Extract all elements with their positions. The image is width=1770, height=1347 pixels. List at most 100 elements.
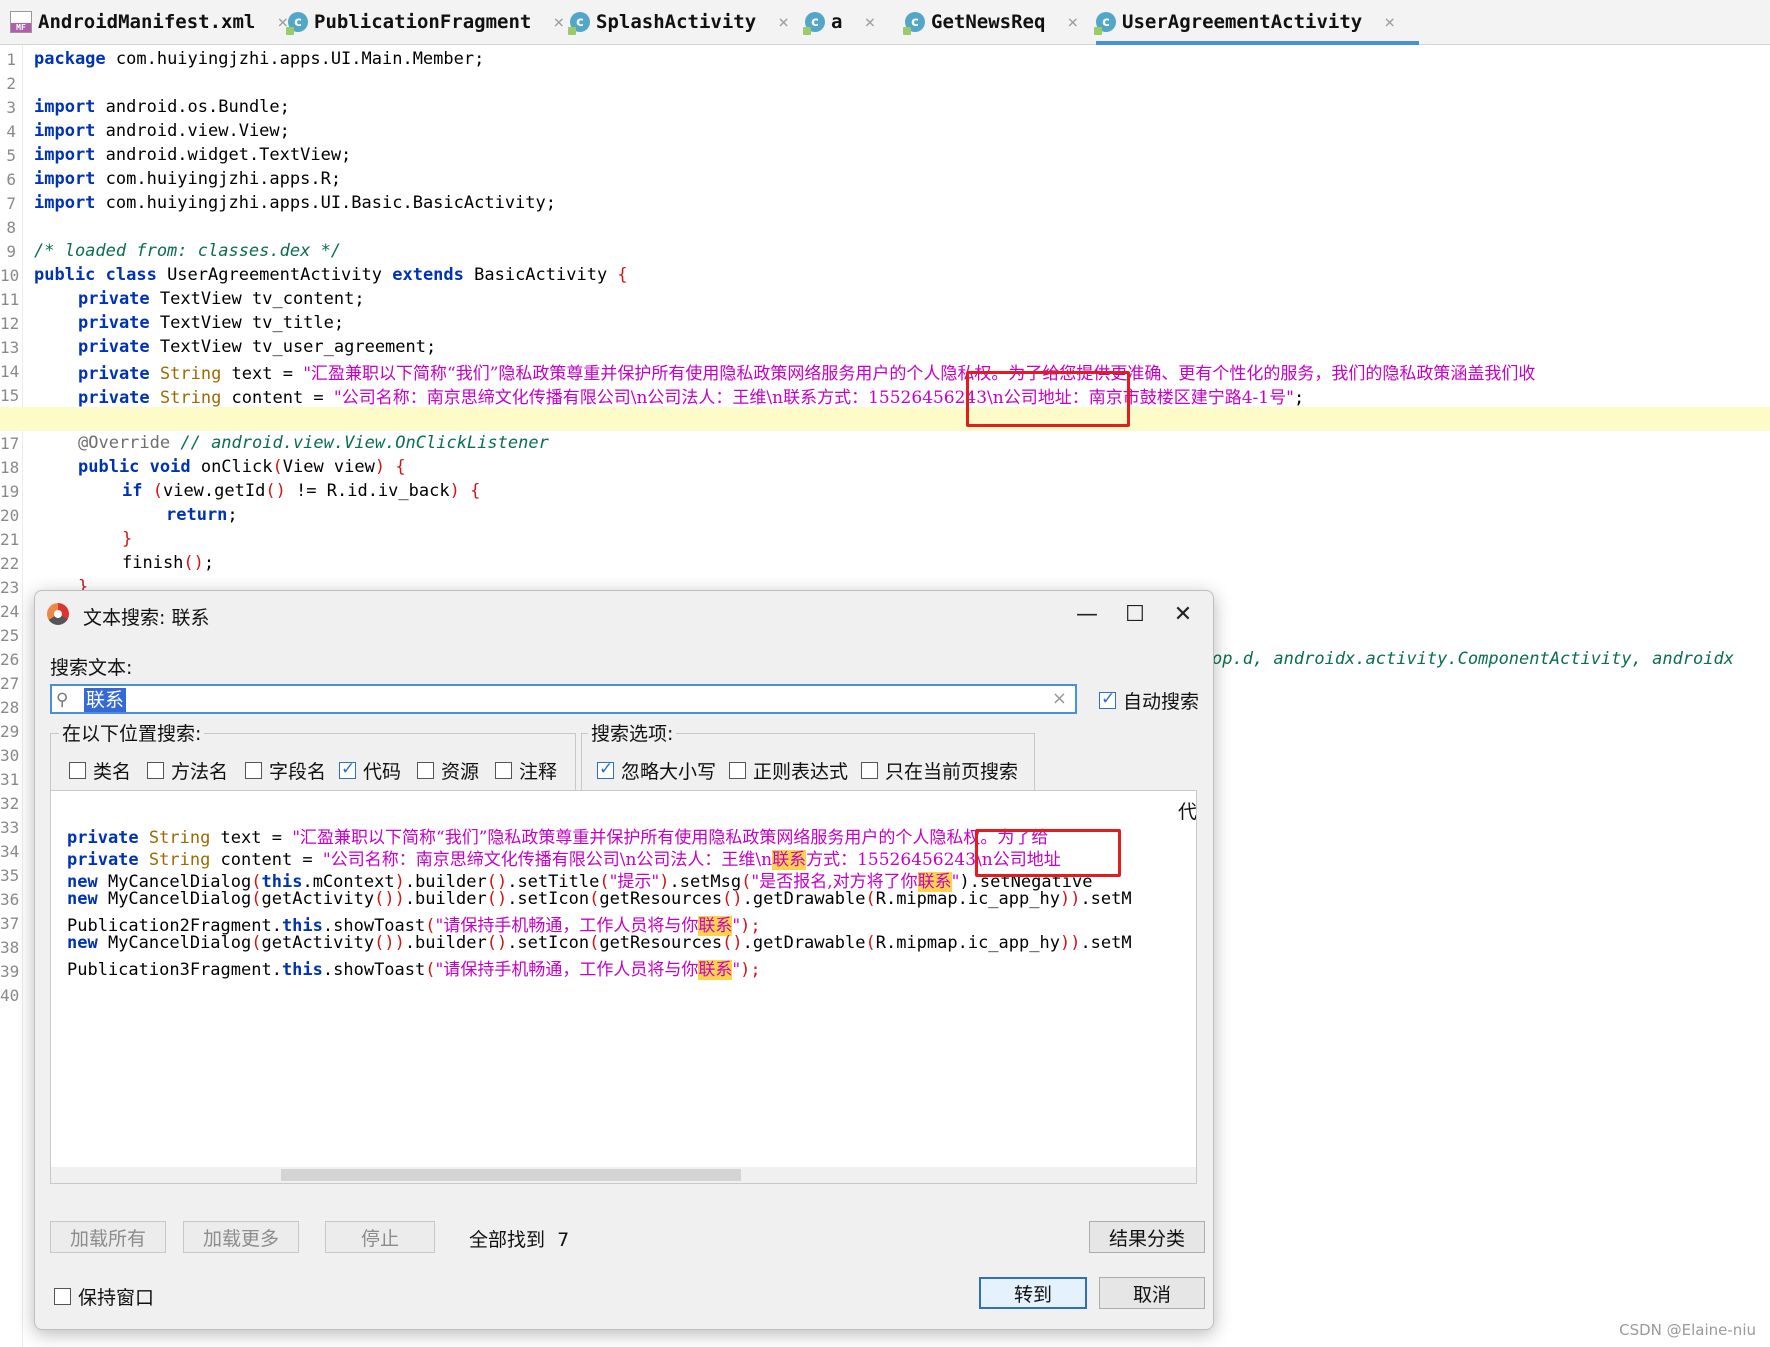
location-checkbox-code[interactable]: 代码	[339, 757, 401, 784]
location-checkbox-resource[interactable]: 资源	[417, 757, 479, 784]
tab-close-icon[interactable]: ×	[1384, 12, 1395, 33]
code-text: R.mipmap.ic_app_hy	[875, 933, 1060, 953]
tab-a[interactable]: c a ×	[803, 0, 875, 44]
type-name: String	[149, 363, 222, 384]
keyword: return	[166, 505, 228, 525]
code-line-21: }	[0, 527, 1770, 551]
comment: // android.view.View.OnClickListener	[170, 433, 549, 453]
tab-label: UserAgreementActivity	[1122, 11, 1363, 33]
result-row[interactable]: Publication2Fragment.this.showToast("请保持…	[67, 911, 761, 936]
code-text: TextView tv_content;	[149, 289, 365, 309]
tab-useragreementactivity[interactable]: c UserAgreementActivity ×	[1094, 0, 1420, 45]
code-text: com.huiyingjzhi.apps.R;	[95, 169, 342, 189]
option-checkbox-ignore-case[interactable]: 忽略大小写	[597, 757, 716, 784]
search-location-label: 在以下位置搜索:	[59, 719, 205, 746]
keyword: private	[78, 387, 150, 408]
line-number: 38	[0, 935, 19, 959]
tab-publicationfragment[interactable]: c PublicationFragment ×	[286, 0, 564, 44]
code-text: .getDrawable	[742, 889, 866, 909]
keyword: if	[122, 481, 143, 501]
option-checkbox-current-page[interactable]: 只在当前页搜索	[861, 757, 1018, 784]
checkbox-label: 类名	[93, 761, 132, 783]
line-number: 32	[0, 791, 19, 815]
tab-close-icon[interactable]: ×	[1067, 12, 1078, 33]
code-line-19: if (view.getId() != R.id.iv_back) {	[0, 479, 1770, 503]
search-text-label: 搜索文本:	[50, 657, 133, 679]
horizontal-scrollbar[interactable]	[51, 1167, 1196, 1183]
paren: (	[251, 889, 262, 909]
checkbox-box	[339, 759, 356, 779]
class-icon: c	[1094, 12, 1116, 35]
paren: (	[865, 933, 876, 953]
code-line-1: package com.huiyingjzhi.apps.UI.Main.Mem…	[0, 47, 1770, 71]
line-number: 25	[0, 623, 19, 647]
clear-icon[interactable]: ×	[1052, 688, 1067, 709]
minimize-button[interactable]: —	[1067, 599, 1107, 629]
result-row[interactable]: private String content = "公司名称：南京思缔文化传播有…	[67, 845, 1061, 870]
scrollbar-thumb[interactable]	[281, 1169, 741, 1181]
class-icon: c	[903, 12, 925, 35]
location-checkbox-methodname[interactable]: 方法名	[147, 757, 228, 784]
location-checkbox-fieldname[interactable]: 字段名	[245, 757, 326, 784]
line-number: 27	[0, 671, 19, 695]
match-highlight: 联系	[698, 960, 733, 980]
brace: {	[617, 265, 628, 285]
stop-button[interactable]: 停止	[325, 1221, 435, 1253]
result-row[interactable]: new MyCancelDialog(getActivity()).builde…	[67, 933, 1132, 955]
search-icon: ⚲	[56, 690, 69, 710]
checkbox-label: 字段名	[269, 761, 327, 783]
line-number-text: 40	[0, 985, 20, 1005]
checkbox-box	[245, 762, 262, 779]
search-results-list[interactable]: 代 private String text = "汇盈兼职以下简称“我们”隐私政…	[50, 790, 1197, 1184]
tab-close-icon[interactable]: ×	[553, 12, 564, 33]
line-number-text: 30	[0, 745, 20, 765]
auto-search-checkbox[interactable]: 自动搜索	[1099, 687, 1199, 714]
option-checkbox-regex[interactable]: 正则表达式	[729, 757, 848, 784]
code-line-4: import android.view.View;	[0, 119, 1770, 143]
group-results-button[interactable]: 结果分类	[1089, 1221, 1205, 1253]
keep-window-checkbox[interactable]: 保持窗口	[54, 1283, 154, 1310]
line-number-text: 34	[0, 841, 20, 861]
tab-getnewsreq[interactable]: c GetNewsReq ×	[903, 0, 1078, 44]
location-checkbox-classname[interactable]: 类名	[69, 757, 131, 784]
tab-close-icon[interactable]: ×	[778, 12, 789, 33]
goto-button[interactable]: 转到	[979, 1277, 1087, 1309]
code-text: R.mipmap.ic_app_hy	[875, 889, 1060, 909]
code-text: .getDrawable	[742, 933, 866, 953]
code-text: .builder	[404, 889, 487, 909]
result-row[interactable]: new MyCancelDialog(this.mContext).builde…	[67, 867, 1093, 892]
code-text: ;	[203, 553, 215, 573]
class-icon: c	[568, 12, 590, 35]
code-line-7: import com.huiyingjzhi.apps.UI.Basic.Bas…	[0, 191, 1770, 215]
keyword: import	[34, 145, 96, 165]
line-number: 30	[0, 743, 20, 767]
keyword: import	[34, 169, 96, 189]
string-literal: "请保持手机畅通，工作人员将与你	[435, 960, 699, 980]
code-line-10: public class UserAgreementActivity exten…	[0, 263, 1770, 287]
tab-androidmanifest[interactable]: AndroidManifest.xml ×	[10, 0, 288, 44]
tab-splashactivity[interactable]: c SplashActivity ×	[568, 0, 789, 44]
location-checkbox-comment[interactable]: 注释	[495, 757, 557, 784]
dialog-title-bar[interactable]: 文本搜索: 联系 — ☐ ✕	[35, 591, 1213, 637]
search-input-value: 联系	[84, 688, 127, 712]
code-text: .showToast	[322, 960, 426, 980]
type-name: String	[149, 387, 222, 408]
cancel-button[interactable]: 取消	[1099, 1277, 1205, 1309]
result-row[interactable]: Publication3Fragment.this.showToast("请保持…	[67, 955, 761, 980]
result-row[interactable]: new MyCancelDialog(getActivity()).builde…	[67, 889, 1132, 911]
maximize-button[interactable]: ☐	[1115, 599, 1155, 629]
tab-close-icon[interactable]: ×	[864, 12, 875, 33]
checkbox-label: 方法名	[171, 761, 229, 783]
result-row[interactable]: private String text = "汇盈兼职以下简称“我们”隐私政策尊…	[67, 823, 1048, 848]
code-text: MyCancelDialog	[97, 889, 252, 909]
code-text: TextView tv_user_agreement;	[149, 337, 437, 357]
close-button[interactable]: ✕	[1163, 599, 1203, 629]
load-all-button[interactable]: 加载所有	[50, 1221, 166, 1253]
code-text: content =	[221, 387, 334, 408]
load-more-button[interactable]: 加载更多	[183, 1221, 299, 1253]
search-input[interactable]: ⚲ 联系 ×	[50, 684, 1077, 714]
line-number: 34	[0, 839, 20, 863]
editor-tab-bar: AndroidManifest.xml × c PublicationFragm…	[0, 0, 1770, 45]
checkbox-box	[54, 1288, 71, 1305]
code-line-22: finish();	[0, 551, 1770, 575]
